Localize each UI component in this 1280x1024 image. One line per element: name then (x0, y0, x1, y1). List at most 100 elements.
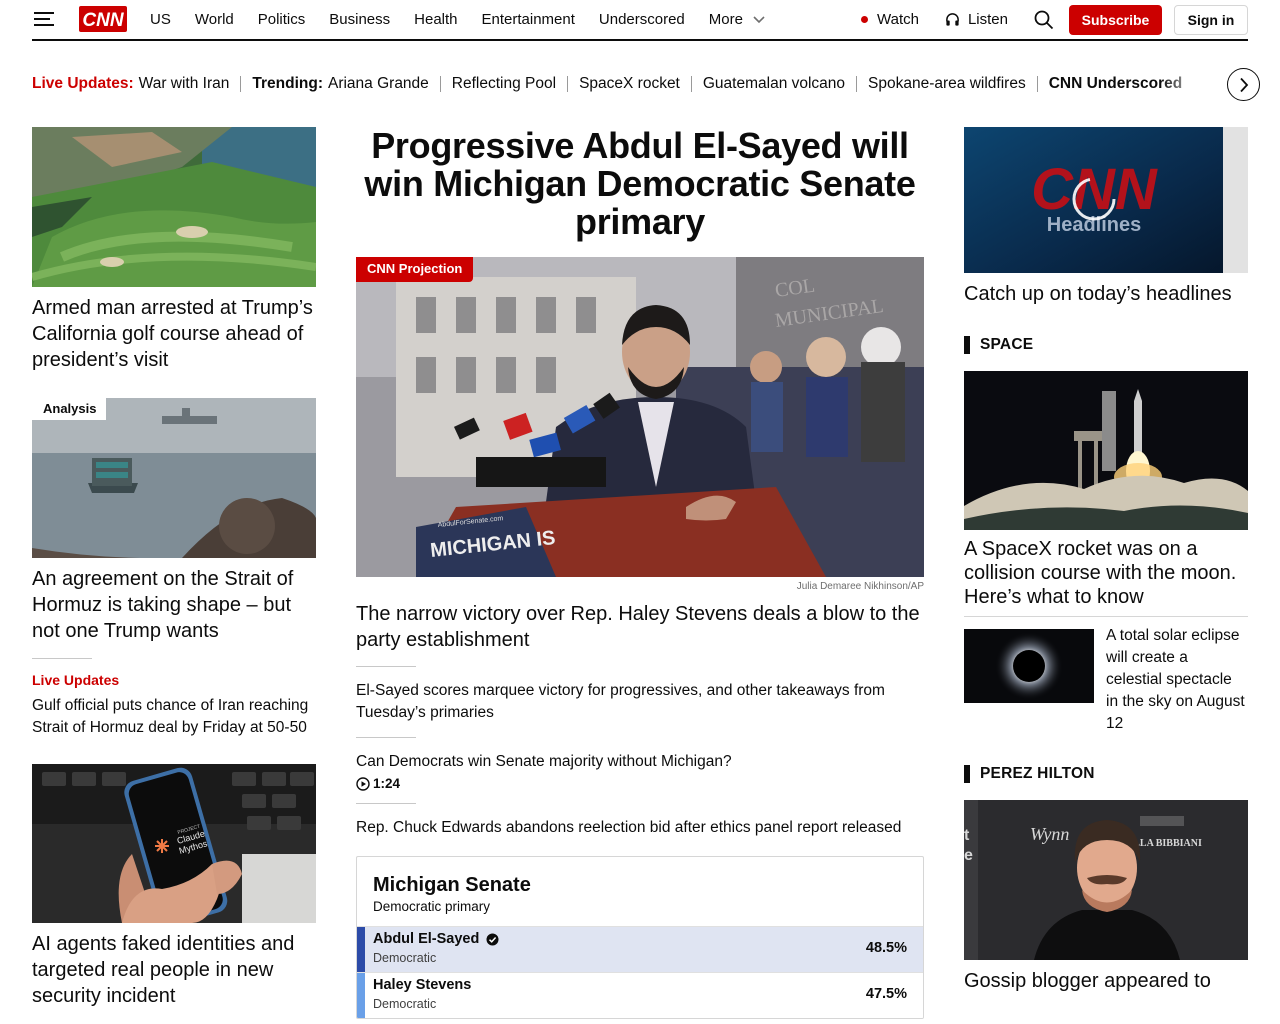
golf-course-image[interactable] (32, 127, 316, 287)
main-nav: US World Politics Business Health Entert… (150, 0, 789, 39)
candidate-name-text: Haley Stevens (373, 977, 472, 993)
party-color-bar (357, 927, 365, 972)
trending-bar: Live Updates: War with Iran Trending: Ar… (32, 72, 1217, 96)
live-updates-link[interactable]: Live Updates: War with Iran (32, 75, 229, 93)
divider (356, 666, 416, 667)
live-updates-label: Live Updates (32, 672, 120, 688)
trending-item-3[interactable]: Guatemalan volcano (703, 75, 845, 93)
chevron-down-icon (753, 15, 765, 23)
section-title: SPACE (980, 336, 1034, 353)
center-column: Progressive Abdul El-Sayed will win Mich… (356, 127, 924, 1019)
chevron-right-icon (1239, 77, 1248, 92)
svg-text:t: t (964, 827, 970, 844)
analysis-tag: Analysis (32, 398, 107, 420)
nav-world[interactable]: World (195, 11, 234, 28)
lead-headline[interactable]: Progressive Abdul El-Sayed will win Mich… (356, 127, 924, 241)
divider (567, 76, 569, 92)
sign-in-button[interactable]: Sign in (1174, 4, 1248, 35)
video-headline[interactable]: Catch up on today’s headlines (964, 281, 1248, 307)
winner-check-icon (486, 933, 499, 945)
nav-business[interactable]: Business (329, 11, 390, 28)
subscribe-button[interactable]: Subscribe (1069, 4, 1162, 35)
eclipse-image (964, 629, 1094, 703)
cnn-projection-tag: CNN Projection (356, 257, 474, 282)
trending-item-0[interactable]: Trending: Ariana Grande (252, 75, 428, 93)
rocket-launch-image[interactable] (964, 371, 1248, 530)
video-duration[interactable]: 1:24 (356, 776, 924, 791)
photo-credit: Julia Demaree Nikhinson/AP (796, 581, 924, 592)
nav-health[interactable]: Health (414, 11, 457, 28)
divider (856, 76, 858, 92)
ships-image[interactable]: Analysis (32, 398, 316, 558)
lead-image[interactable]: COL MUNICIPAL MICHIGAN IS AbdulForSenate… (356, 257, 924, 577)
section-marker (964, 336, 970, 354)
live-updates-text: War with Iran (138, 75, 230, 92)
perez-hilton-image[interactable]: t e Wynn VILLA BIBBIANI (964, 800, 1248, 960)
candidate-percent: 48.5% (865, 940, 907, 956)
small-story-headline: A total solar eclipse will create a cele… (1106, 627, 1245, 732)
candidate-row: Abdul El-Sayed Democratic 48.5% (357, 926, 923, 972)
story-headline[interactable]: An agreement on the Strait of Hormuz is … (32, 566, 316, 644)
race-subtitle: Democratic primary (373, 899, 491, 914)
divider (356, 803, 416, 804)
watch-link[interactable]: Watch (861, 11, 919, 28)
trending-text: Ariana Grande (327, 75, 429, 92)
listen-link[interactable]: Listen (945, 11, 1008, 28)
headphones-icon (946, 13, 959, 26)
trending-item-1[interactable]: Reflecting Pool (452, 75, 556, 93)
race-title: Michigan Senate (373, 874, 531, 896)
story-headline[interactable]: A SpaceX rocket was on a collision cours… (964, 537, 1248, 609)
trending-item-2[interactable]: SpaceX rocket (579, 75, 680, 93)
listen-label: Listen (967, 11, 1008, 28)
svg-text:e: e (964, 847, 973, 864)
cnn-logo[interactable]: CNN (79, 6, 127, 32)
nav-us[interactable]: US (150, 11, 171, 28)
story-headline[interactable]: Gossip blogger appeared to (964, 968, 1248, 994)
headlines-video[interactable]: CNN Headlines (964, 127, 1248, 273)
divider (356, 737, 416, 738)
backdrop-text: Wynn (1030, 824, 1069, 844)
phone-image[interactable]: PROJECT Claude Mythos (32, 764, 316, 923)
video-logo-sub: Headlines (1047, 214, 1141, 236)
lead-subheadline[interactable]: The narrow victory over Rep. Haley Steve… (356, 601, 924, 653)
trending-label: Trending: (252, 75, 323, 92)
candidate-party: Democratic (373, 997, 437, 1011)
trending-item-4[interactable]: Spokane-area wildfires (868, 75, 1026, 93)
menu-icon[interactable] (34, 11, 54, 27)
trending-next-button[interactable] (1227, 68, 1260, 101)
section-header-space[interactable]: SPACE (964, 336, 1248, 354)
story-headline[interactable]: AI agents faked identities and targeted … (32, 931, 316, 1009)
related-link-2[interactable]: Rep. Chuck Edwards abandons reelection b… (356, 817, 924, 839)
nav-underscored[interactable]: Underscored (599, 11, 685, 28)
divider (964, 616, 1248, 617)
eclipse-story[interactable]: A total solar eclipse will create a cele… (964, 627, 1248, 749)
trending-fade (1160, 68, 1226, 100)
election-results-card[interactable]: Michigan Senate Democratic primary Abdul… (356, 856, 924, 1019)
nav-entertainment[interactable]: Entertainment (482, 11, 575, 28)
section-marker (964, 765, 970, 783)
candidate-percent: 47.5% (865, 986, 907, 1002)
candidate-name: Haley Stevens (373, 977, 471, 993)
divider (32, 658, 92, 659)
candidate-row: Haley Stevens Democratic 47.5% (357, 972, 923, 1018)
video-duration-text: 1:24 (373, 776, 401, 791)
nav-politics[interactable]: Politics (258, 11, 306, 28)
story-headline[interactable]: Armed man arrested at Trump’s California… (32, 295, 316, 373)
live-updates-label: Live Updates: (32, 75, 134, 92)
divider (240, 76, 242, 92)
right-column: CNN Headlines Catch up on today’s headli… (964, 127, 1248, 994)
search-icon[interactable] (1034, 10, 1054, 30)
left-column: Armed man arrested at Trump’s California… (32, 127, 316, 1009)
live-update-link[interactable]: Gulf official puts chance of Iran reachi… (32, 695, 316, 739)
nav-more-label: More (708, 11, 743, 28)
nav-more[interactable]: More (709, 11, 765, 28)
section-header-perez-hilton[interactable]: PEREZ HILTON (964, 765, 1248, 783)
related-link-1[interactable]: Can Democrats win Senate majority withou… (356, 751, 924, 773)
play-icon (356, 776, 370, 791)
candidate-name: Abdul El-Sayed (373, 931, 499, 947)
svg-text:CNN: CNN (82, 10, 124, 31)
divider (439, 76, 441, 92)
divider (1036, 76, 1038, 92)
related-link-0[interactable]: El-Sayed scores marquee victory for prog… (356, 680, 924, 724)
divider (690, 76, 692, 92)
